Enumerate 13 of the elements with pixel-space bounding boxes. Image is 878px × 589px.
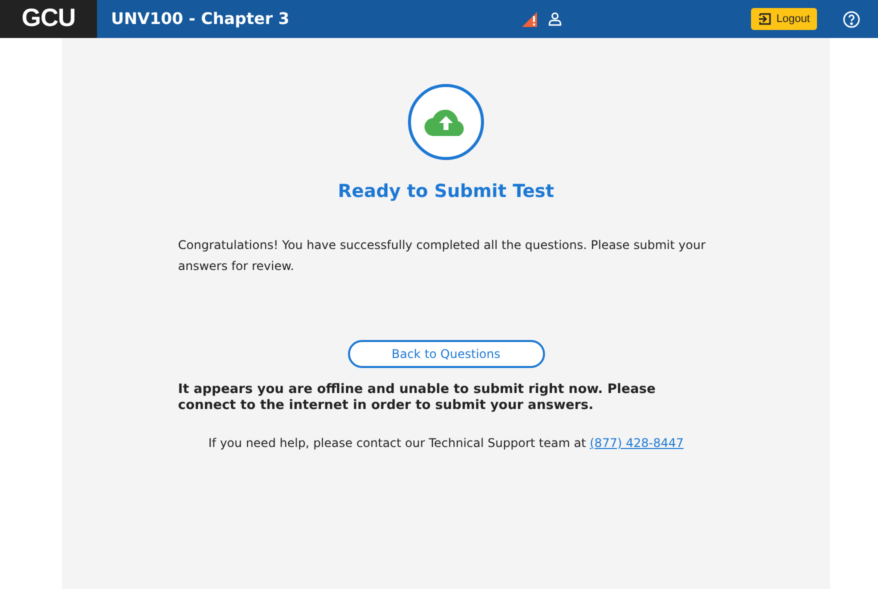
logo: GCU bbox=[22, 3, 76, 34]
user-icon[interactable] bbox=[548, 12, 562, 26]
phone-link[interactable]: (877) 428-8447 bbox=[590, 436, 684, 450]
signal-warning-icon[interactable] bbox=[521, 10, 540, 28]
heading: Ready to Submit Test bbox=[338, 180, 554, 204]
course-title: UNV100 - Chapter 3 bbox=[111, 8, 290, 30]
help-icon[interactable] bbox=[843, 10, 860, 28]
message: Congratulations! You have successfully completed all the questions. Please submit your answers for review. bbox=[178, 237, 707, 275]
back-to-questions-button[interactable]: Back to Questions bbox=[348, 340, 544, 368]
logout-icon bbox=[758, 13, 772, 25]
logout-button[interactable]: Logout bbox=[751, 8, 817, 30]
help-text: If you need help, please contact our Technical Support team at (877) 428-8447 bbox=[208, 435, 684, 452]
offline-notice: It appears you are offline and unable to submit right now. Please connect to the internet in order to submit your answers. bbox=[178, 382, 657, 414]
